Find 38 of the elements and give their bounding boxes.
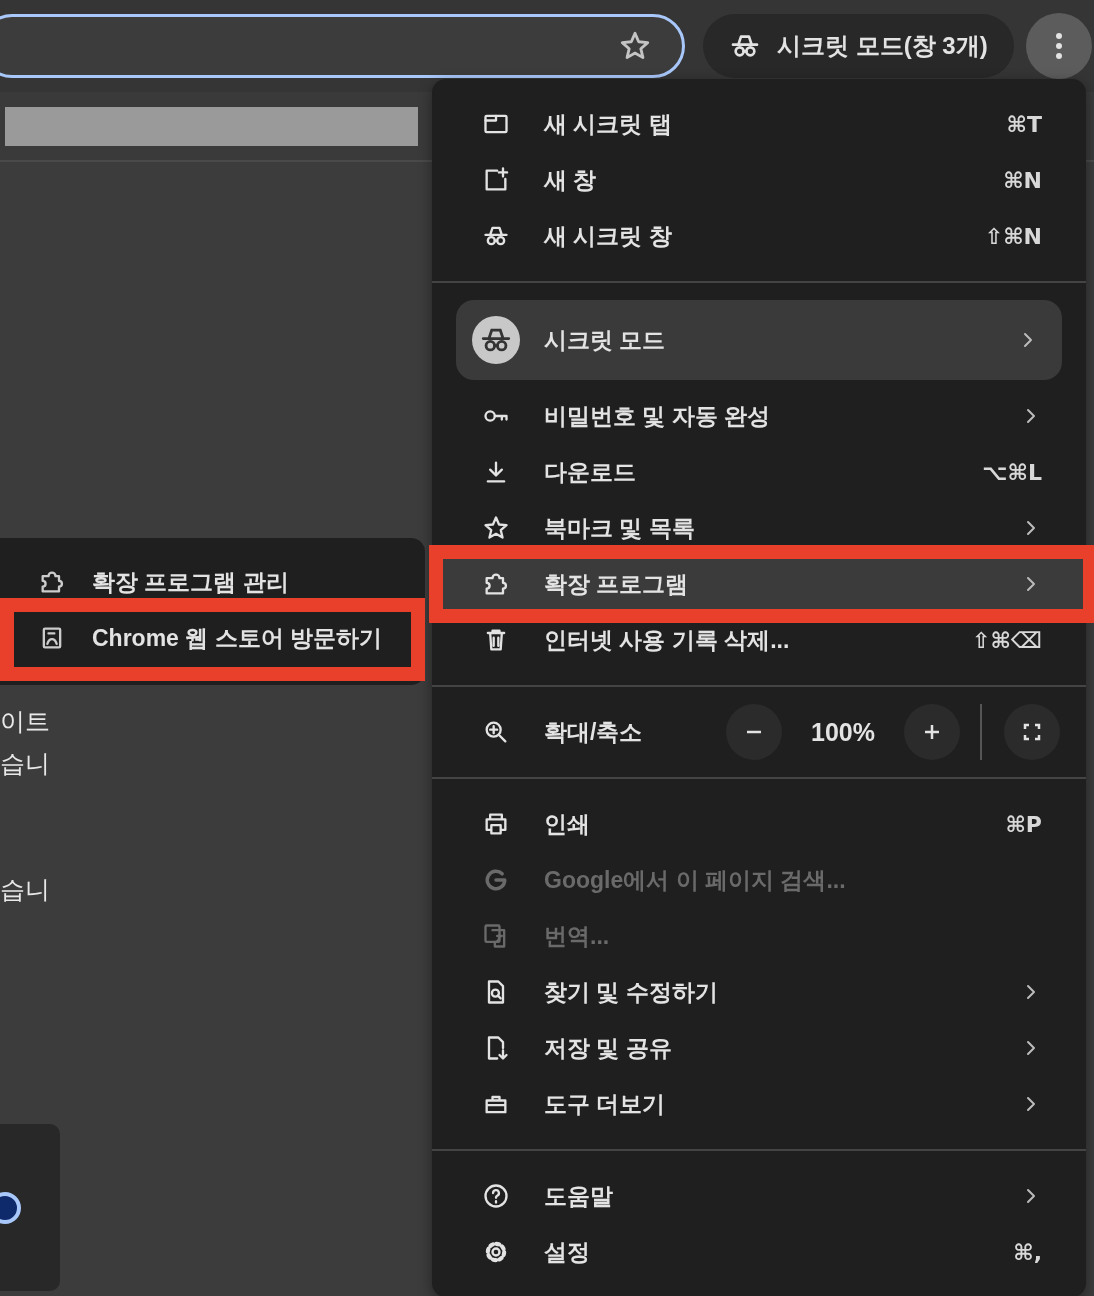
menu-item-label: 확대/축소	[544, 717, 644, 747]
menu-item[interactable]: 새 창	[544, 164, 1004, 196]
minus-icon	[746, 730, 762, 734]
menu-item[interactable]: 저장 및 공유	[544, 1032, 1019, 1064]
menu-item[interactable]: 설정	[544, 1236, 1014, 1268]
shortcut-label: ⌘T	[1006, 111, 1042, 137]
menu-item-label: 시크릿 모드	[544, 325, 667, 355]
menu-item[interactable]: 찾기 및 수정하기	[544, 976, 1019, 1008]
menu-item[interactable]: 새 시크릿 탭	[544, 108, 1007, 140]
address-field[interactable]	[0, 14, 685, 78]
menu-item[interactable]: 새 시크릿 창	[544, 220, 985, 252]
menu-item[interactable]: 인터넷 사용 기록 삭제...	[544, 624, 973, 656]
shortcut-label: ⌥⌘L	[982, 459, 1042, 485]
shortcut-label: ⌘P	[1005, 811, 1042, 837]
page-text: 습니	[0, 874, 50, 904]
shortcut-label: ⇧⌘⌫	[972, 627, 1042, 653]
menu-item[interactable]: 도구 더보기	[544, 1088, 1019, 1120]
menu-item[interactable]: 확장 프로그램 관리	[92, 566, 425, 598]
menu-item[interactable]: 확장 프로그램	[544, 568, 1019, 600]
zoom-level: 100%	[810, 717, 876, 747]
shortcut-label: ⌘,	[1013, 1239, 1042, 1265]
incognito-avatar-icon	[472, 316, 520, 364]
menu-item[interactable]: 인쇄	[544, 808, 1006, 840]
menu-item[interactable]: 도움말	[544, 1180, 1019, 1212]
page-text: 이트	[0, 706, 50, 736]
shortcut-label: ⌘N	[1003, 167, 1042, 193]
more-icon	[1054, 31, 1063, 61]
star-icon	[482, 514, 510, 542]
chip-label: 시크릿 모드(창 3개)	[777, 31, 988, 61]
profile-row[interactable]: 시크릿 모드	[456, 300, 1062, 380]
page-text: 습니	[0, 748, 50, 778]
shortcut-label: ⇧⌘N	[984, 223, 1042, 249]
menu-item[interactable]: 비밀번호 및 자동 완성	[544, 400, 1019, 432]
help-icon	[482, 1182, 510, 1210]
menu-item[interactable]: Chrome 웹 스토어 방문하기	[92, 622, 425, 654]
menu-item[interactable]: 다운로드	[544, 456, 983, 488]
incognito-chip[interactable]: 시크릿 모드(창 3개)	[703, 14, 1014, 78]
menu-item[interactable]: 북마크 및 목록	[544, 512, 1019, 544]
